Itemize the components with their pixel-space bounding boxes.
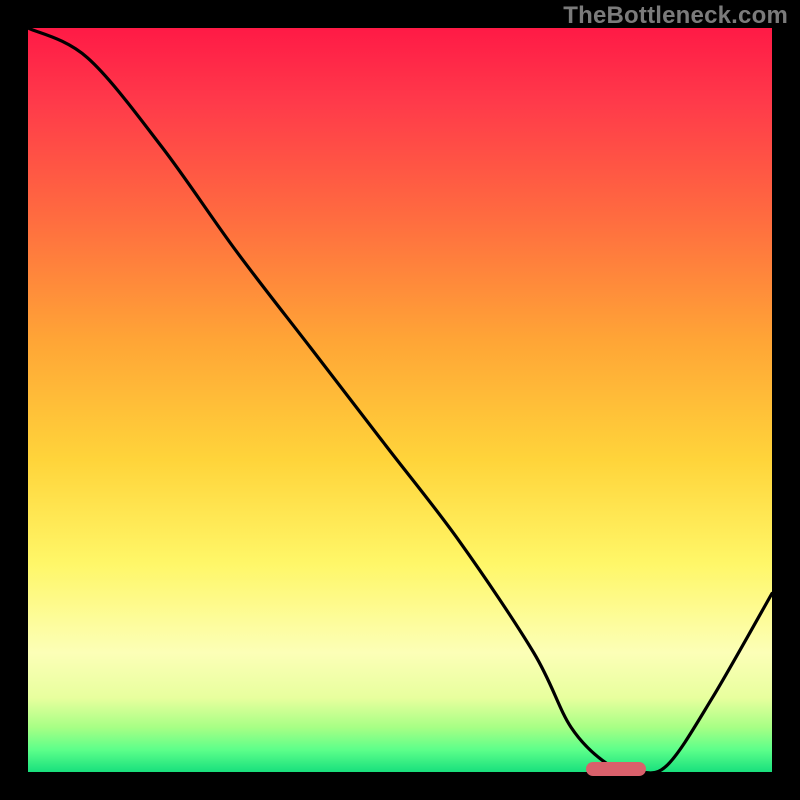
- watermark-text: TheBottleneck.com: [563, 2, 788, 30]
- curve-path: [28, 28, 772, 772]
- plot-area: [28, 28, 772, 772]
- optimal-range-marker: [586, 762, 646, 776]
- bottleneck-curve: [28, 28, 772, 772]
- chart-frame: TheBottleneck.com: [0, 0, 800, 800]
